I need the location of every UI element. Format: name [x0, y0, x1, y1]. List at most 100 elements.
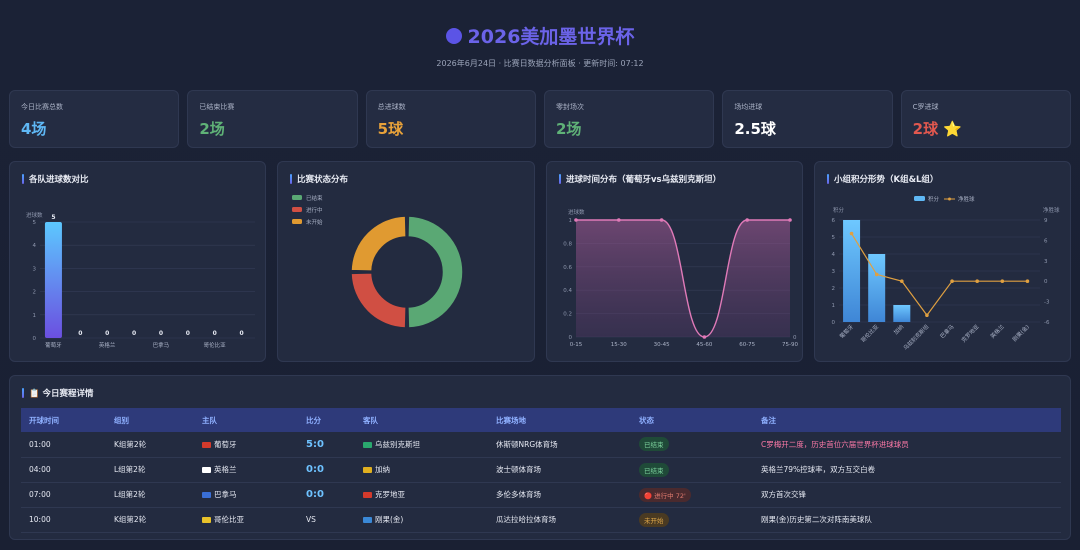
away-team-cell: 加纳 — [355, 457, 488, 483]
timeline-panel: 进球时间分布（葡萄牙vs乌兹别克斯坦） 进球数 0 0.2 0.4 0.6 0.8 1 0 0-… — [546, 161, 803, 362]
home-team-cell: 葡萄牙 — [194, 432, 298, 458]
goals-panel: 各队进球数对比 进球数 0 1 2 3 4 5 5 0 0 0 0 0 0 0 葡萄牙 英格兰 巴拿马 哥伦比亚 — [9, 161, 266, 362]
note-cell: 双方首次交锋 — [753, 482, 1061, 508]
kickoff-time: 10:00 — [29, 515, 51, 524]
y-tick-label: 4 — [33, 243, 37, 249]
standings-panel: 小组积分形势（K组&L组） 积分 净胜球 积分 净胜球 0 1 2 3 4 5 6 -6 -3 0 3 6 9 葡… — [814, 161, 1071, 362]
column-header[interactable]: 备注 — [753, 408, 1061, 432]
column-header[interactable]: 比赛场地 — [488, 408, 631, 432]
title-text: 2026美加墨世界杯 — [467, 26, 635, 48]
column-header[interactable]: 组别 — [106, 408, 194, 432]
x-tick-label: 0-15 — [570, 342, 583, 348]
kickoff-time: 04:00 — [29, 465, 51, 474]
stat-card: 已结束比赛 2场 — [187, 90, 358, 148]
home-team: 葡萄牙 — [214, 439, 237, 449]
group-name: K组第2轮 — [114, 439, 147, 449]
x-tick-label: 巴拿马 — [153, 341, 170, 349]
status-chart[interactable]: 已结束进行中未开始 — [278, 162, 536, 363]
away-team: 乌兹别克斯坦 — [375, 439, 420, 449]
kickoff-time-cell: 10:00 — [21, 507, 106, 533]
home-team-cell: 英格兰 — [194, 457, 298, 483]
data-label: 5 — [51, 214, 55, 221]
x-tick-label: 45-60 — [696, 342, 712, 348]
bar-葡萄牙 — [44, 222, 62, 338]
right-tick-label: 0 — [793, 335, 797, 341]
data-point — [1025, 279, 1030, 283]
data-label: 0 — [159, 330, 163, 337]
data-point — [874, 272, 879, 277]
soccer-ball-icon — [445, 27, 462, 44]
venue: 波士顿体育场 — [496, 465, 541, 474]
column-header[interactable]: 状态 — [631, 408, 753, 432]
x-tick-label: 哥伦比亚 — [204, 341, 227, 349]
column-header[interactable]: 客队 — [355, 408, 488, 432]
x-tick-label: 刚果(金) — [1010, 323, 1030, 343]
home-team-cell: 巴拿马 — [194, 482, 298, 508]
y-axis-label: 积分 — [833, 206, 845, 214]
kickoff-time-cell: 07:00 — [21, 482, 106, 508]
schedule-panel-title: 📋 今日赛程详情 — [22, 387, 94, 399]
home-flag-icon — [202, 492, 211, 498]
home-team: 英格兰 — [214, 465, 237, 474]
data-label: 0 — [186, 330, 190, 337]
x-tick-label: 巴拿马 — [938, 322, 956, 340]
venue-cell: 多伦多体育场 — [488, 482, 631, 508]
y2-tick-label: 3 — [1044, 259, 1048, 265]
venue-cell: 波士顿体育场 — [488, 457, 631, 483]
away-team-cell: 克罗地亚 — [355, 482, 488, 508]
bar-加纳 — [893, 305, 911, 322]
group-cell: L组第2轮 — [106, 482, 194, 508]
y-tick-label: 3 — [832, 269, 836, 275]
column-header[interactable]: 主队 — [194, 408, 298, 432]
data-point — [925, 313, 929, 317]
table-row[interactable]: 04:00 L组第2轮 英格兰 0:0 加纳 波士顿体育场 已结束 英格兰79%控球率，双方互… — [21, 457, 1061, 483]
goals-chart[interactable]: 进球数 0 1 2 3 4 5 5 0 0 0 0 0 0 0 葡萄牙 英格兰 巴拿马 哥伦比亚 — [10, 162, 267, 363]
stat-value: 2场 — [555, 120, 582, 138]
y2-axis-label: 净胜球 — [1043, 206, 1060, 214]
stat-card: 总进球数 5球 — [365, 90, 536, 148]
y2-tick-label: 0 — [1044, 279, 1048, 285]
schedule-panel: 📋 今日赛程详情 开球时间 组别 主队 比分 客队 比赛场地 状态 备注 01:00 K组第2轮… — [9, 375, 1071, 540]
table-row[interactable]: 10:00 K组第2轮 哥伦比亚 VS 刚果(金) 瓜达拉哈拉体育场 未开始 刚果(金)历史第… — [21, 507, 1061, 533]
kickoff-time-cell: 04:00 — [21, 457, 106, 483]
data-point — [574, 218, 578, 222]
legend-label: 已结束 — [306, 194, 323, 202]
kickoff-time: 07:00 — [29, 490, 51, 499]
legend-marker — [948, 197, 951, 201]
legend-label: 积分 — [928, 195, 940, 203]
legend-swatch — [914, 196, 925, 201]
legend-swatch — [292, 195, 302, 200]
away-flag-icon — [363, 467, 372, 473]
y-tick-label: 2 — [832, 286, 836, 292]
away-flag-icon — [363, 517, 372, 523]
standings-chart[interactable]: 积分 净胜球积分 净胜球0123456-6-30369葡萄牙 哥伦比亚 加纳乌兹别克斯坦… — [815, 162, 1072, 363]
home-flag-icon — [202, 467, 211, 473]
table-row[interactable]: 01:00 K组第2轮 葡萄牙 5:0 乌兹别克斯坦 休斯顿NRG体育场 已结束 C罗梅开二度… — [21, 432, 1061, 458]
y-tick-label: 3 — [33, 266, 37, 272]
column-header[interactable]: 开球时间 — [21, 408, 106, 432]
data-label: 0 — [132, 330, 136, 337]
score: 5:0 — [306, 438, 324, 450]
stat-card: C罗进球 2球 ⭐ — [900, 90, 1071, 148]
data-point — [975, 279, 979, 283]
column-header[interactable]: 比分 — [298, 408, 355, 432]
stat-label: 已结束比赛 — [199, 103, 235, 111]
status-badge: 未开始 — [639, 512, 669, 527]
page-title: 2026美加墨世界杯 — [445, 22, 635, 49]
legend-label: 未开始 — [306, 218, 323, 226]
x-tick-label: 75-90 — [782, 342, 798, 348]
data-point — [745, 218, 749, 222]
data-point — [950, 279, 954, 283]
timeline-chart[interactable]: 进球数00.20.40.60.8100-15 15-30 30-45 45-60 60-… — [547, 162, 804, 363]
away-team: 刚果(金) — [375, 515, 404, 524]
status-cell: 已结束 — [631, 432, 753, 458]
venue: 休斯顿NRG体育场 — [496, 439, 558, 449]
home-team: 哥伦比亚 — [214, 515, 244, 524]
stat-value: 2球 ⭐ — [912, 120, 962, 138]
stat-value: 5球 — [377, 120, 404, 138]
table-row[interactable]: 07:00 L组第2轮 巴拿马 0:0 克罗地亚 多伦多体育场 🔴 进行中 72' 双方首次交… — [21, 482, 1061, 508]
y2-tick-label: -6 — [1044, 320, 1050, 326]
away-team: 克罗地亚 — [375, 490, 405, 499]
group-cell: K组第2轮 — [106, 432, 194, 458]
data-point — [1000, 279, 1005, 283]
